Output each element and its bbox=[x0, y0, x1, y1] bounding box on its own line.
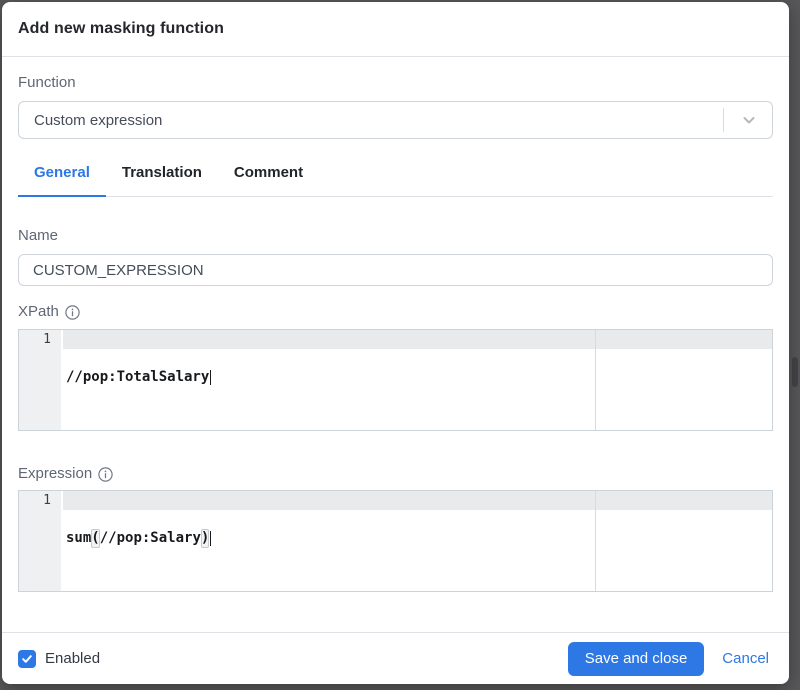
dialog-header: Add new masking function bbox=[2, 2, 789, 57]
code-text: //pop:TotalSalary bbox=[66, 369, 210, 385]
cancel-button[interactable]: Cancel bbox=[718, 650, 773, 667]
line-number-gutter: 1 bbox=[19, 330, 61, 430]
xpath-label-row: XPath bbox=[18, 303, 773, 321]
expression-code-editor[interactable]: 1 sum(//pop:Salary) bbox=[18, 490, 773, 592]
check-icon bbox=[22, 654, 32, 663]
matched-bracket: ( bbox=[91, 529, 100, 548]
select-divider bbox=[723, 108, 724, 132]
function-select[interactable]: Custom expression bbox=[18, 101, 773, 139]
function-label: Function bbox=[18, 74, 76, 91]
matched-bracket: ) bbox=[200, 529, 210, 548]
enabled-checkbox[interactable] bbox=[18, 649, 36, 668]
enabled-label: Enabled bbox=[45, 650, 101, 667]
code-text: //pop:Salary bbox=[99, 530, 201, 546]
text-cursor bbox=[210, 531, 212, 546]
add-masking-function-dialog: Add new masking function Function Custom… bbox=[2, 2, 789, 684]
expression-label: Expression bbox=[18, 465, 93, 482]
tab-translation[interactable]: Translation bbox=[106, 163, 218, 196]
dialog-title: Add new masking function bbox=[18, 20, 224, 37]
xpath-label: XPath bbox=[18, 303, 59, 320]
info-icon[interactable] bbox=[98, 466, 113, 482]
code-text: sum bbox=[66, 530, 92, 546]
tab-comment[interactable]: Comment bbox=[218, 163, 319, 196]
name-input[interactable] bbox=[18, 254, 773, 286]
dialog-body: Function Custom expression General Trans… bbox=[2, 57, 789, 632]
footer-actions: Save and close Cancel bbox=[567, 641, 773, 676]
dialog-footer: Enabled Save and close Cancel bbox=[2, 632, 789, 684]
chevron-down-icon[interactable] bbox=[734, 111, 764, 129]
text-cursor bbox=[210, 370, 212, 385]
line-number: 1 bbox=[43, 493, 51, 508]
line-number: 1 bbox=[43, 332, 51, 347]
enabled-checkbox-row[interactable]: Enabled bbox=[18, 649, 101, 668]
xpath-code-editor[interactable]: 1 //pop:TotalSalary bbox=[18, 329, 773, 431]
code-area[interactable]: //pop:TotalSalary bbox=[61, 330, 772, 430]
line-number-gutter: 1 bbox=[19, 491, 61, 591]
name-label: Name bbox=[18, 227, 59, 244]
save-and-close-button[interactable]: Save and close bbox=[567, 641, 705, 676]
function-select-value: Custom expression bbox=[34, 111, 163, 129]
background-scrollbar-thumb bbox=[792, 357, 798, 387]
expression-label-row: Expression bbox=[18, 465, 773, 483]
tab-general[interactable]: General bbox=[18, 163, 106, 197]
code-area[interactable]: sum(//pop:Salary) bbox=[61, 491, 772, 591]
tab-bar: General Translation Comment bbox=[18, 163, 773, 197]
info-icon[interactable] bbox=[65, 304, 80, 320]
